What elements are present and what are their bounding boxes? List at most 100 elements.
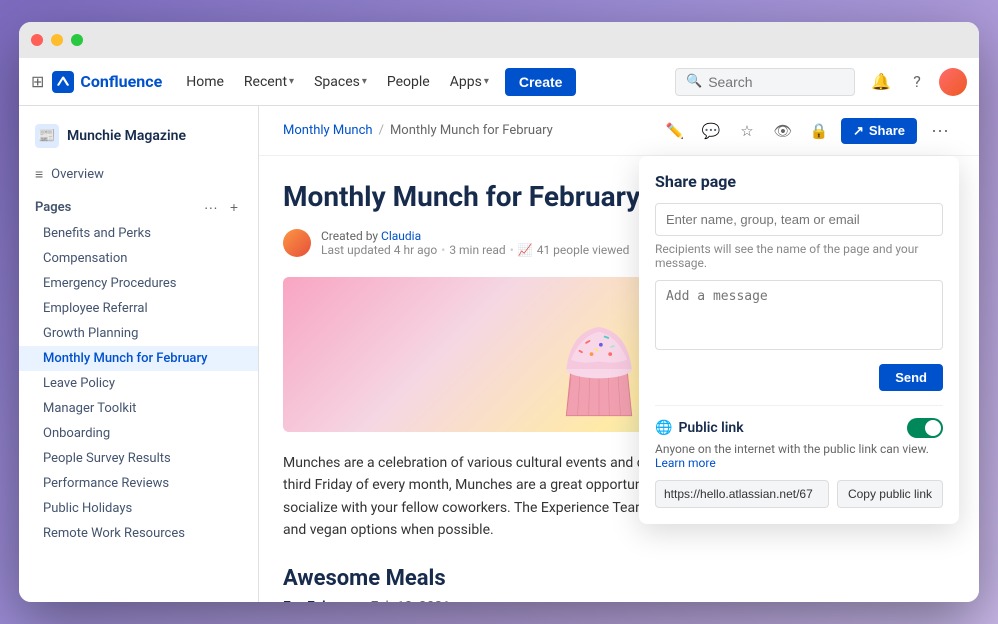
sidebar-overview-label: Overview xyxy=(51,167,104,182)
content-area: Monthly Munch / Monthly Munch for Februa… xyxy=(259,106,979,602)
share-popup-title: Share page xyxy=(655,172,943,191)
breadcrumb-separator: / xyxy=(379,123,384,138)
nav-home[interactable]: Home xyxy=(178,68,232,96)
chart-icon: 📈 xyxy=(518,243,533,257)
page-item-monthly-munch[interactable]: Monthly Munch for February xyxy=(19,346,258,371)
read-time: 3 min read xyxy=(449,243,505,257)
logo-text: Confluence xyxy=(80,72,162,91)
globe-icon: 🌐 xyxy=(655,420,672,436)
search-icon: 🔍 xyxy=(686,74,702,89)
breadcrumb-current: Monthly Munch for February xyxy=(390,123,553,138)
share-message-textarea[interactable] xyxy=(655,280,943,350)
copy-public-link-button[interactable]: Copy public link xyxy=(837,480,943,508)
nav-people[interactable]: People xyxy=(379,68,438,96)
author-info: Created by Claudia Last updated 4 hr ago… xyxy=(321,229,629,257)
maximize-dot[interactable] xyxy=(71,34,83,46)
overview-icon: ≡ xyxy=(35,166,43,183)
restrict-icon[interactable]: 🔒 xyxy=(805,117,833,145)
notification-icon[interactable]: 🔔 xyxy=(867,68,895,96)
grid-icon[interactable]: ⊞ xyxy=(31,72,44,91)
page-item-onboarding[interactable]: Onboarding xyxy=(19,421,258,446)
space-name: Munchie Magazine xyxy=(67,128,186,144)
pages-more-button[interactable]: ··· xyxy=(200,197,222,217)
avatar[interactable] xyxy=(939,68,967,96)
page-item-compensation[interactable]: Compensation xyxy=(19,246,258,271)
apps-chevron-icon: ▾ xyxy=(484,76,489,87)
sidebar-pages-section: Pages ··· + xyxy=(19,189,258,221)
nav-spaces-label: Spaces xyxy=(314,74,360,90)
nav-recent-label: Recent xyxy=(244,74,287,90)
breadcrumb-parent[interactable]: Monthly Munch xyxy=(283,123,373,138)
more-options-button[interactable]: ··· xyxy=(925,116,955,145)
page-list: Benefits and Perks Compensation Emergenc… xyxy=(19,221,258,546)
breadcrumb: Monthly Munch / Monthly Munch for Februa… xyxy=(283,123,553,138)
page-item-performance[interactable]: Performance Reviews xyxy=(19,471,258,496)
last-updated: Last updated 4 hr ago xyxy=(321,243,437,257)
link-copy-row: Copy public link xyxy=(655,480,943,508)
page-actions: ✏️ 💬 ☆ 👁 🔒 ↗ Share ··· xyxy=(661,116,955,145)
close-dot[interactable] xyxy=(31,34,43,46)
page-item-employee-referral[interactable]: Employee Referral xyxy=(19,296,258,321)
spaces-chevron-icon: ▾ xyxy=(362,76,367,87)
logo-area: Confluence xyxy=(52,71,162,93)
star-icon[interactable]: ☆ xyxy=(733,117,761,145)
page-item-leave[interactable]: Leave Policy xyxy=(19,371,258,396)
public-link-label: Public link xyxy=(678,420,743,436)
create-button[interactable]: Create xyxy=(505,68,577,96)
author-name: Claudia xyxy=(381,229,421,243)
public-link-row: 🌐 Public link xyxy=(655,418,943,438)
learn-more-link[interactable]: Learn more xyxy=(655,456,716,470)
nav-home-label: Home xyxy=(186,74,224,90)
edit-icon[interactable]: ✏️ xyxy=(661,117,689,145)
search-box[interactable]: 🔍 xyxy=(675,68,855,96)
pages-add-button[interactable]: + xyxy=(226,197,242,217)
space-icon: 📰 xyxy=(35,124,59,148)
nav-apps-label: Apps xyxy=(450,74,482,90)
nav-people-label: People xyxy=(387,74,430,90)
sidebar: 📰 Munchie Magazine ≡ Overview Pages ··· … xyxy=(19,106,259,602)
sidebar-item-overview[interactable]: ≡ Overview xyxy=(19,160,258,189)
search-input[interactable] xyxy=(708,74,844,90)
page-item-benefits[interactable]: Benefits and Perks xyxy=(19,221,258,246)
main-layout: 📰 Munchie Magazine ≡ Overview Pages ··· … xyxy=(19,106,979,602)
nav-apps[interactable]: Apps ▾ xyxy=(442,68,497,96)
author-avatar xyxy=(283,229,311,257)
confluence-logo-icon xyxy=(52,71,74,93)
link-url-input[interactable] xyxy=(655,480,829,508)
comment-icon[interactable]: 💬 xyxy=(697,117,725,145)
public-link-toggle[interactable] xyxy=(907,418,943,438)
meals-date-value: Feb 12, 2021 xyxy=(370,599,450,602)
help-icon[interactable]: ? xyxy=(903,68,931,96)
share-popup: Share page Recipients will see the name … xyxy=(639,156,959,524)
topnav: ⊞ Confluence Home Recent ▾ Spaces ▾ Peop… xyxy=(19,58,979,106)
share-hint: Recipients will see the name of the page… xyxy=(655,242,943,270)
titlebar xyxy=(19,22,979,58)
pages-section-label: Pages xyxy=(35,200,71,215)
page-meta: Last updated 4 hr ago • 3 min read • 📈 4… xyxy=(321,243,629,257)
public-link-label-row: 🌐 Public link xyxy=(655,420,744,436)
share-button[interactable]: ↗ Share xyxy=(841,118,917,144)
page-item-people-survey[interactable]: People Survey Results xyxy=(19,446,258,471)
topnav-icons: 🔔 ? xyxy=(867,68,967,96)
page-item-manager[interactable]: Manager Toolkit xyxy=(19,396,258,421)
page-item-public-holidays[interactable]: Public Holidays xyxy=(19,496,258,521)
breadcrumb-bar: Monthly Munch / Monthly Munch for Februa… xyxy=(259,106,979,156)
minimize-dot[interactable] xyxy=(51,34,63,46)
public-link-section: 🌐 Public link Anyone on the internet wit… xyxy=(655,405,943,508)
meals-date-row: For February Feb 12, 2021 xyxy=(283,599,915,602)
section-awesome-meals: Awesome Meals xyxy=(283,566,915,591)
meals-for-label: For February xyxy=(283,599,362,602)
share-send-button[interactable]: Send xyxy=(879,364,943,391)
page-item-growth[interactable]: Growth Planning xyxy=(19,321,258,346)
recent-chevron-icon: ▾ xyxy=(289,76,294,87)
space-header: 📰 Munchie Magazine xyxy=(19,118,258,160)
share-label: Share xyxy=(869,123,905,138)
nav-spaces[interactable]: Spaces ▾ xyxy=(306,68,375,96)
watch-icon[interactable]: 👁 xyxy=(769,117,797,145)
page-item-emergency[interactable]: Emergency Procedures xyxy=(19,271,258,296)
share-recipients-input[interactable] xyxy=(655,203,943,236)
nav-recent[interactable]: Recent ▾ xyxy=(236,68,302,96)
page-item-remote-work[interactable]: Remote Work Resources xyxy=(19,521,258,546)
pages-section-icons: ··· + xyxy=(200,197,242,217)
public-link-desc: Anyone on the internet with the public l… xyxy=(655,442,943,470)
